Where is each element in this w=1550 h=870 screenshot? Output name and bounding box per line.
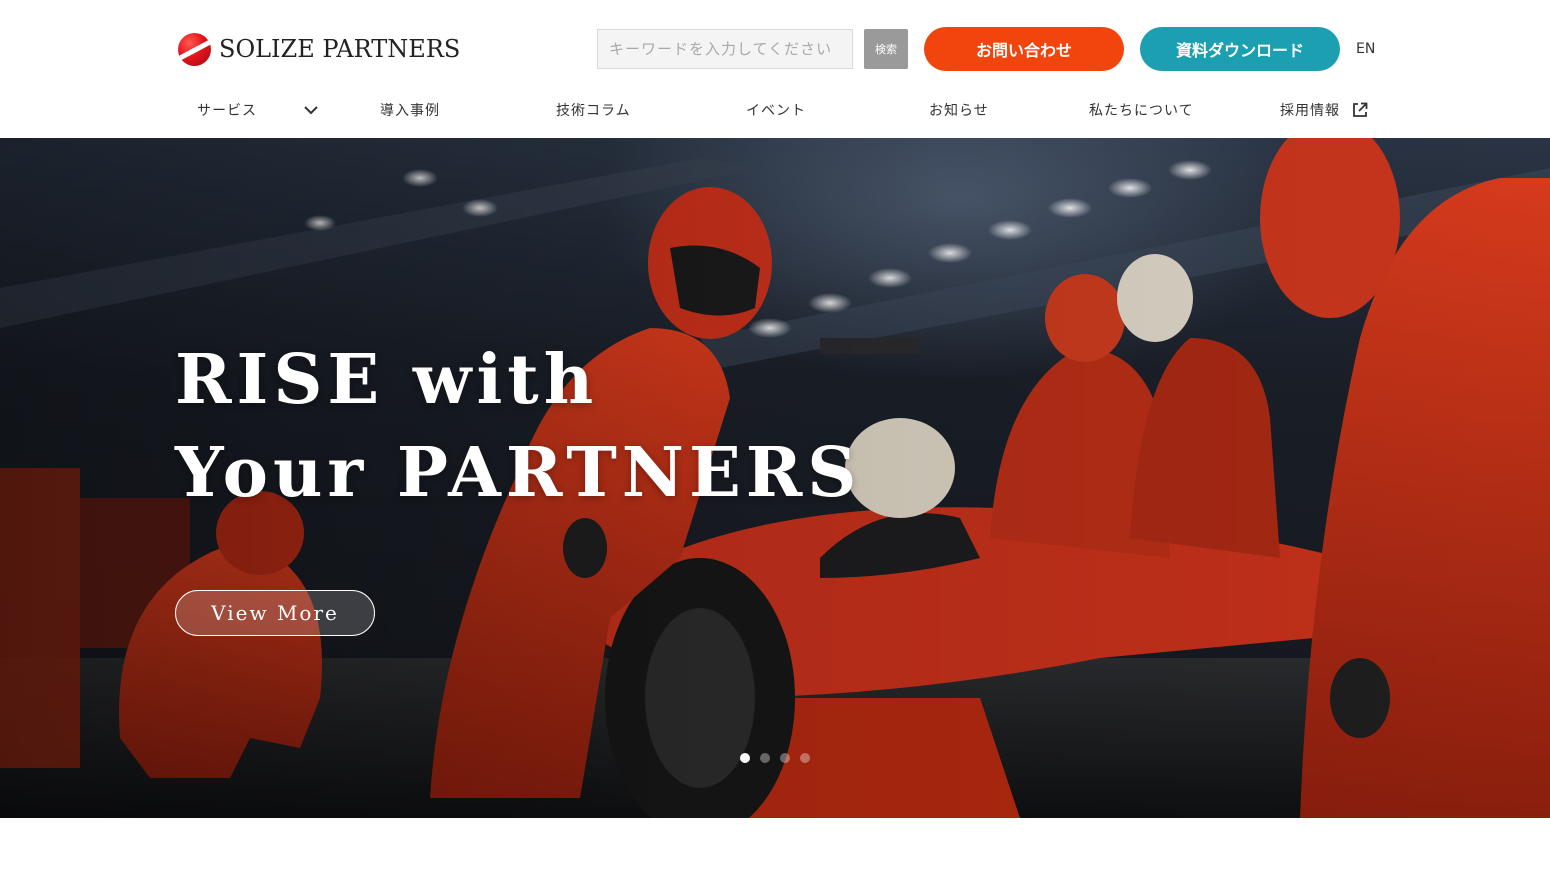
slider-dot[interactable] — [760, 753, 770, 763]
slider-dot[interactable] — [800, 753, 810, 763]
logo-text: SOLIZE PARTNERS — [219, 35, 461, 63]
site-header: SOLIZE PARTNERS 検索 お問い合わせ 資料ダウンロード EN サー… — [0, 0, 1550, 138]
contact-button[interactable]: お問い合わせ — [924, 27, 1124, 71]
nav-item-tech-column[interactable]: 技術コラム — [556, 96, 631, 124]
nav-item-label: イベント — [746, 103, 806, 119]
language-switch[interactable]: EN — [1356, 41, 1375, 57]
global-nav: サービス 導入事例 技術コラム イベント お知らせ 私たちについて 採用情報 — [0, 96, 1550, 124]
nav-item-label: 導入事例 — [380, 103, 440, 119]
view-more-button[interactable]: View More — [175, 590, 375, 636]
hero-title-line2: Your PARTNERS — [175, 433, 862, 513]
chevron-down-icon — [303, 102, 319, 118]
slider-pagination — [740, 753, 810, 763]
hero-title-line1: RISE with — [175, 340, 599, 420]
logo-mark-icon — [178, 32, 211, 66]
nav-item-label: 技術コラム — [556, 103, 631, 119]
nav-item-news[interactable]: お知らせ — [929, 96, 989, 124]
logo[interactable]: SOLIZE PARTNERS — [178, 32, 460, 66]
download-button[interactable]: 資料ダウンロード — [1140, 27, 1340, 71]
hero-slider: RISE with Your PARTNERS View More — [0, 138, 1550, 818]
search-button[interactable]: 検索 — [864, 29, 908, 69]
nav-item-careers[interactable]: 採用情報 — [1280, 96, 1368, 124]
nav-item-label: お知らせ — [929, 103, 989, 119]
slider-dot[interactable] — [780, 753, 790, 763]
hero-title: RISE with Your PARTNERS — [175, 334, 861, 520]
nav-item-label: 私たちについて — [1089, 103, 1194, 119]
nav-item-case-studies[interactable]: 導入事例 — [380, 96, 440, 124]
nav-item-about[interactable]: 私たちについて — [1089, 96, 1194, 124]
external-link-icon — [1352, 102, 1368, 118]
slider-dot[interactable] — [740, 753, 750, 763]
nav-item-label: サービス — [197, 103, 257, 119]
nav-item-events[interactable]: イベント — [746, 96, 806, 124]
nav-item-label: 採用情報 — [1280, 103, 1340, 119]
search-input[interactable] — [597, 29, 853, 69]
nav-item-services[interactable]: サービス — [197, 96, 319, 124]
